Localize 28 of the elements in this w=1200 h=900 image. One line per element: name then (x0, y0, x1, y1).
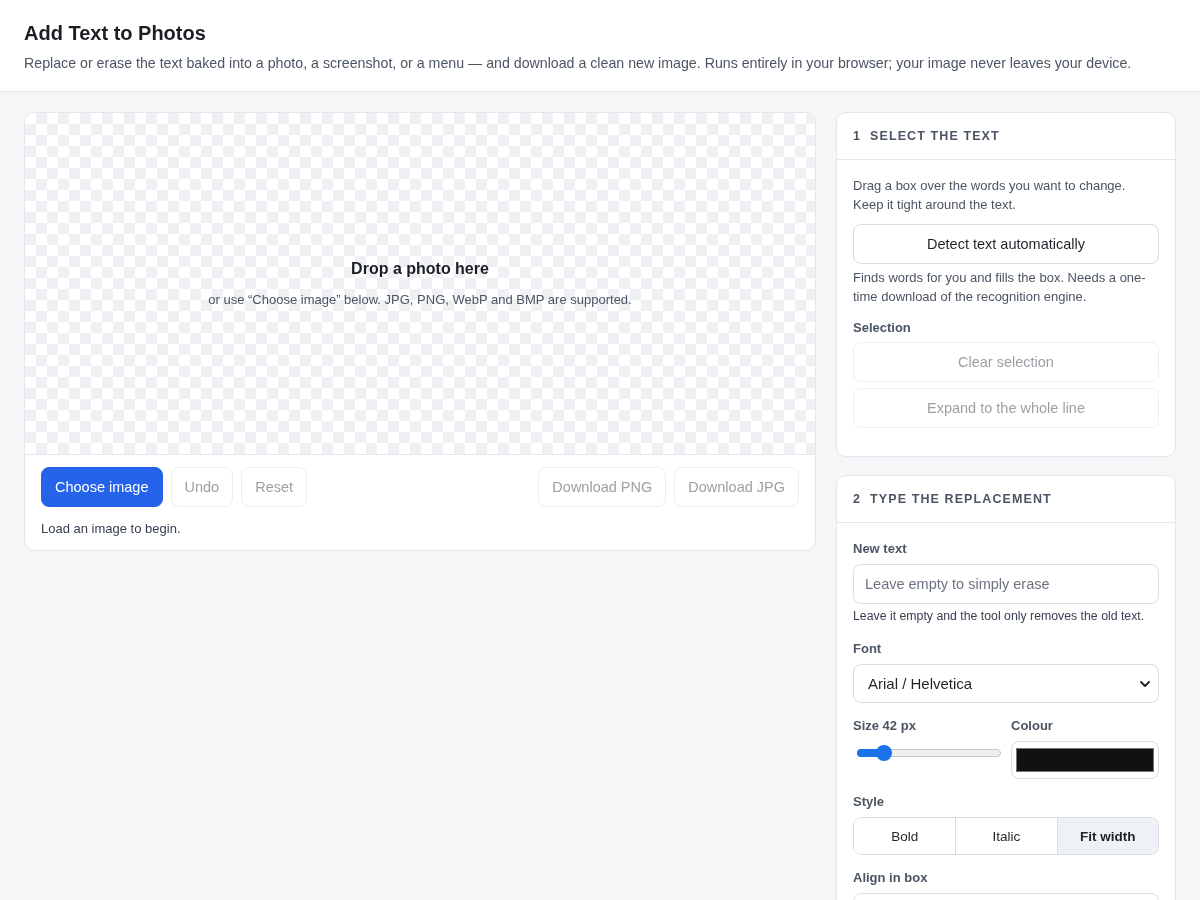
field-label: Align in box (853, 869, 929, 887)
field-label: Style (853, 793, 886, 811)
drop-zone[interactable]: Drop a photo here or use “Choose image” below. JPG, PNG, WebP and BMP are supported. (25, 113, 815, 455)
field-hint: Leave it empty and the tool only removes the old text. (853, 608, 1146, 625)
step-number: 2 (853, 492, 862, 506)
new-text-field[interactable]: Leave empty to simply erase (853, 564, 1159, 604)
toolbar-button[interactable]: Choose image (41, 467, 163, 507)
field-label: New text (853, 540, 908, 558)
panel-title: TYPE THE REPLACEMENT (870, 492, 1052, 506)
instructions-text: Drag a box over the words you want to change. Keep it tight around the text. (853, 177, 1127, 214)
detect-text-button[interactable]: Detect text automatically (853, 224, 1159, 264)
status-text: Load an image to begin. (41, 520, 182, 538)
panel-title: SELECT THE TEXT (870, 129, 1000, 143)
slider-thumb[interactable] (875, 745, 892, 761)
detect-hint: Finds words for you and fills the box. Needs a one-time download of the recognition engine. (853, 269, 1147, 306)
field-label: Colour (1011, 717, 1054, 735)
step-number: 1 (853, 129, 862, 143)
chevron-icon (1140, 680, 1150, 687)
drop-hint: or use “Choose image” below. JPG, PNG, WebP and BMP are supported. (208, 291, 632, 309)
selection-label: Selection (853, 319, 912, 337)
style-toggle[interactable]: Fit width (1056, 818, 1158, 854)
field-label: Font (853, 640, 883, 658)
page-subtitle: Replace or erase the text baked into a photo, a screenshot, or a menu — and download a clean new image. Runs entirely in your browser; your image never leaves your device. (24, 54, 1133, 73)
font-select[interactable]: Arial / Helvetica (853, 664, 1159, 703)
drop-title: Drop a photo here (351, 259, 489, 279)
colour-field[interactable] (1011, 741, 1159, 779)
field-label: Size 42 px (853, 717, 917, 735)
page-title: Add Text to Photos (24, 21, 207, 45)
